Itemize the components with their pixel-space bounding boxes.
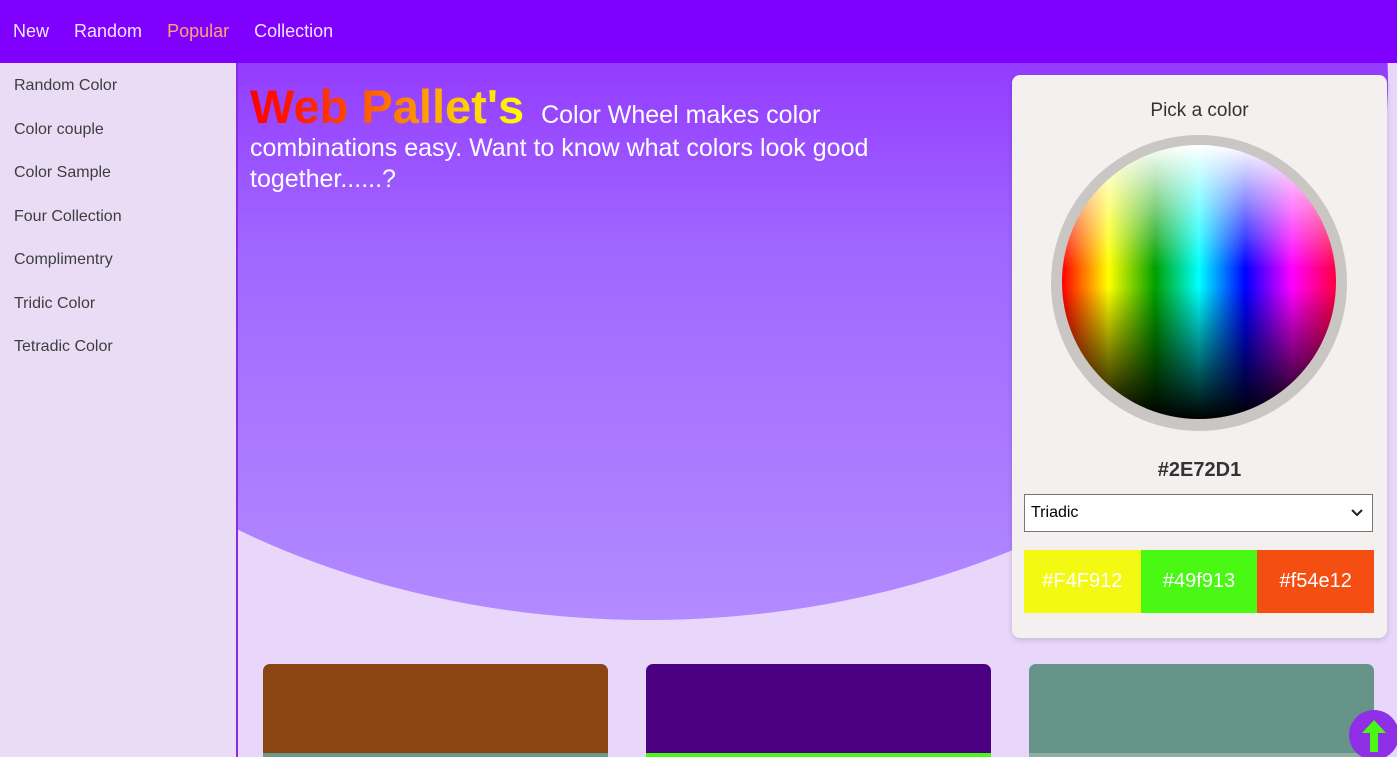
picker-title: Pick a color <box>1150 100 1249 121</box>
swatch-2[interactable]: #49f913 <box>1140 550 1258 613</box>
chevron-down-icon <box>1350 495 1364 544</box>
back-to-top-button[interactable] <box>1349 710 1397 757</box>
sidebar-item-complimentry[interactable]: Complimentry <box>0 237 236 281</box>
top-nav: New Random Popular Collection <box>0 0 1397 63</box>
palette-card-3[interactable] <box>1029 664 1374 757</box>
selected-hex-value: #2E72D1 <box>1157 459 1242 481</box>
nav-link-random[interactable]: Random <box>74 21 142 42</box>
scheme-select[interactable]: Triadic <box>1024 494 1373 532</box>
arrow-up-icon <box>1362 720 1386 752</box>
palette-cards <box>263 664 1375 757</box>
nav-link-collection[interactable]: Collection <box>254 21 333 42</box>
sidebar-item-color-couple[interactable]: Color couple <box>0 107 236 151</box>
swatch-3[interactable]: #f54e12 <box>1257 550 1375 613</box>
palette-card-strip <box>1029 753 1374 757</box>
palette-card-strip <box>646 753 991 757</box>
color-picker-card: Pick a color #2E72D1 Triadic #F4F912 #49… <box>1012 75 1387 638</box>
nav-link-new[interactable]: New <box>13 21 49 42</box>
sidebar: Random Color Color couple Color Sample F… <box>0 63 238 757</box>
sidebar-item-random-color[interactable]: Random Color <box>0 63 236 107</box>
scheme-select-value: Triadic <box>1031 504 1079 521</box>
swatch-1[interactable]: #F4F912 <box>1024 550 1141 613</box>
sidebar-item-tetradic-color[interactable]: Tetradic Color <box>0 324 236 368</box>
nav-link-popular[interactable]: Popular <box>167 21 229 42</box>
palette-card-strip <box>263 753 608 757</box>
sidebar-item-four-collection[interactable]: Four Collection <box>0 194 236 238</box>
color-wheel-ring <box>1051 135 1347 431</box>
sidebar-item-tridic-color[interactable]: Tridic Color <box>0 281 236 325</box>
palette-card-1[interactable] <box>263 664 608 757</box>
scheme-swatches: #F4F912 #49f913 #f54e12 <box>1024 550 1375 613</box>
hero-text: Web Pallet's Color Wheel makes color com… <box>250 81 910 195</box>
sidebar-item-color-sample[interactable]: Color Sample <box>0 150 236 194</box>
hero-title: Web Pallet's <box>250 80 525 133</box>
color-wheel[interactable] <box>1062 145 1336 419</box>
palette-card-2[interactable] <box>646 664 991 757</box>
